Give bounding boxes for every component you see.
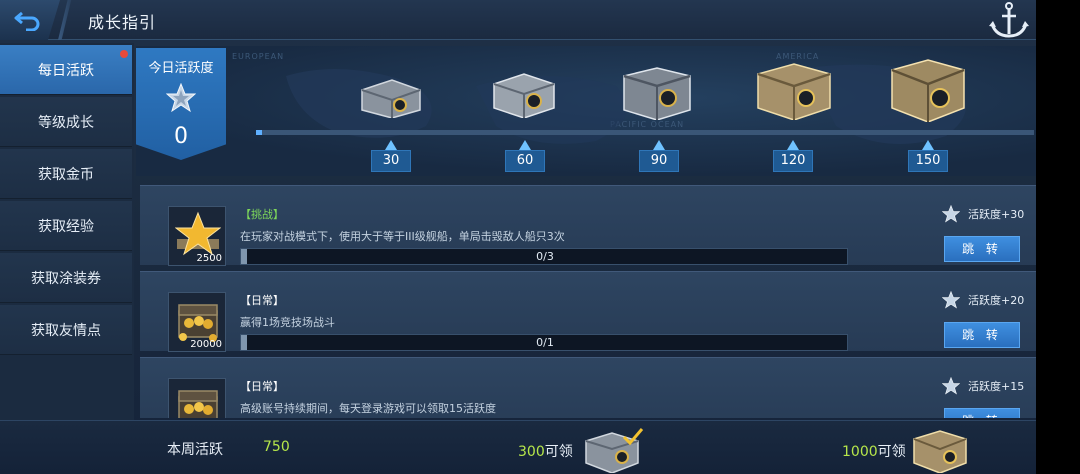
weekly-reward-1000-label: 1000可领 [842,441,906,461]
milestone-value: 150 [908,150,948,172]
weekly-activity-footer: 本周活跃 750 300可领 1000可领 [0,420,1036,474]
sidebar: 每日活跃 等级成长 获取金币 获取经验 获取涂装券 获取友情点 [0,43,134,420]
jump-button[interactable]: 跳 转 [944,408,1020,418]
weekly-chest-300-icon[interactable] [582,427,644,473]
weekly-chest-1000-icon[interactable] [910,427,972,473]
milestone-marker [385,140,397,150]
sidebar-item-daily-activity[interactable]: 每日活跃 [0,45,132,95]
sidebar-item-label: 获取金币 [38,166,94,183]
star-icon [942,377,960,395]
back-arrow-icon [14,11,40,31]
sidebar-item-label: 获取友情点 [31,322,101,339]
sidebar-item-label: 获取经验 [38,218,94,235]
task-tag: 【日常】 [240,294,284,307]
sidebar-item-label: 获取涂装券 [31,270,101,287]
back-button[interactable] [0,0,60,40]
task-description: 高级账号持续期间，每天登录游戏可以领取15活跃度 [240,402,496,415]
task-points-label: 活跃度+20 [968,294,1025,307]
task-points: 活跃度+15 [942,377,1024,395]
star-icon [942,205,960,223]
task-reward-amount: 20000 [190,339,222,350]
milestone-marker [653,140,665,150]
daily-activity-badge: 今日活跃度 0 [136,48,226,160]
page-title: 成长指引 [88,13,157,32]
reward-chest-150-icon [891,59,965,122]
screen-edge [1036,0,1080,474]
activity-progress-track [256,130,1034,135]
milestone-value: 30 [371,150,411,172]
task-card: 20000 【日常】 赢得1场竞技场战斗 0/1 活跃度+20 跳 转 [140,271,1036,352]
milestone-value: 120 [773,150,813,172]
task-reward-amount: 2500 [196,253,222,264]
screen: 成长指引 每日活跃 等级成长 获取金币 获取经验 获取涂装券 获取友情点 EUR… [0,0,1036,474]
task-description: 赢得1场竞技场战斗 [240,316,335,329]
sidebar-item-level-growth[interactable]: 等级成长 [0,97,132,147]
reward-chest-120-icon [757,63,831,120]
notification-dot [120,50,128,58]
task-progress-bar: 0/3 [240,248,848,265]
jump-button[interactable]: 跳 转 [944,236,1020,262]
milestone-value: 60 [505,150,545,172]
task-points: 活跃度+30 [942,205,1024,223]
reward-chest-30-icon [361,79,421,118]
milestone-marker [922,140,934,150]
activity-label: 今日活跃度 [148,61,214,76]
sidebar-item-label: 等级成长 [38,114,94,131]
task-points-label: 活跃度+15 [968,380,1025,393]
task-progress-text: 0/3 [536,250,554,263]
weekly-reward-suffix: 可领 [544,444,573,460]
task-tag: 【日常】 [240,380,284,393]
reward-chest-90-icon [623,67,691,120]
task-icon-frame [168,378,226,418]
gold-chest-icon [178,390,218,418]
gold-chest-icon [178,304,218,342]
sidebar-item-get-coins[interactable]: 获取金币 [0,149,132,199]
task-progress-text: 0/1 [536,336,554,349]
task-description: 在玩家对战模式下，使用大于等于III级舰船，单局击毁敌人船只3次 [240,230,565,243]
milestone-marker [787,140,799,150]
weekly-reward-suffix: 可领 [877,444,906,460]
weekly-reward-threshold: 1000 [842,444,878,460]
task-tag: 【挑战】 [240,208,284,221]
sidebar-item-get-exp[interactable]: 获取经验 [0,201,132,251]
task-card: 【日常】 高级账号持续期间，每天登录游戏可以领取15活跃度 活跃度+15 跳 转 [140,357,1036,418]
weekly-reward-300-label: 300可领 [518,441,573,461]
weekly-activity-label: 本周活跃 [167,442,223,458]
milestone-marker [519,140,531,150]
task-card: 2500 【挑战】 在玩家对战模式下，使用大于等于III级舰船，单局击毁敌人船只… [140,185,1036,266]
task-progress-bar: 0/1 [240,334,848,351]
weekly-activity-value: 750 [263,439,290,455]
milestone-value: 90 [639,150,679,172]
jump-button[interactable]: 跳 转 [944,322,1020,348]
star-icon [166,83,196,113]
task-points: 活跃度+20 [942,291,1024,309]
task-icon-frame: 20000 [168,292,226,352]
star-icon [942,291,960,309]
header-divider [58,0,72,40]
sidebar-item-label: 每日活跃 [38,62,94,79]
header-bar: 成长指引 [0,0,1036,40]
activity-progress-fill [256,130,262,135]
anchor-icon [989,2,1029,38]
task-icon-frame: 2500 [168,206,226,266]
activity-value: 0 [174,124,188,149]
sidebar-item-get-friendship-points[interactable]: 获取友情点 [0,305,132,355]
star-medal-icon [175,211,221,256]
weekly-reward-threshold: 300 [518,444,545,460]
reward-chest-60-icon [493,73,555,118]
task-list: 2500 【挑战】 在玩家对战模式下，使用大于等于III级舰船，单局击毁敌人船只… [136,180,1036,418]
task-points-label: 活跃度+30 [968,208,1025,221]
sidebar-item-get-paint-tickets[interactable]: 获取涂装券 [0,253,132,303]
